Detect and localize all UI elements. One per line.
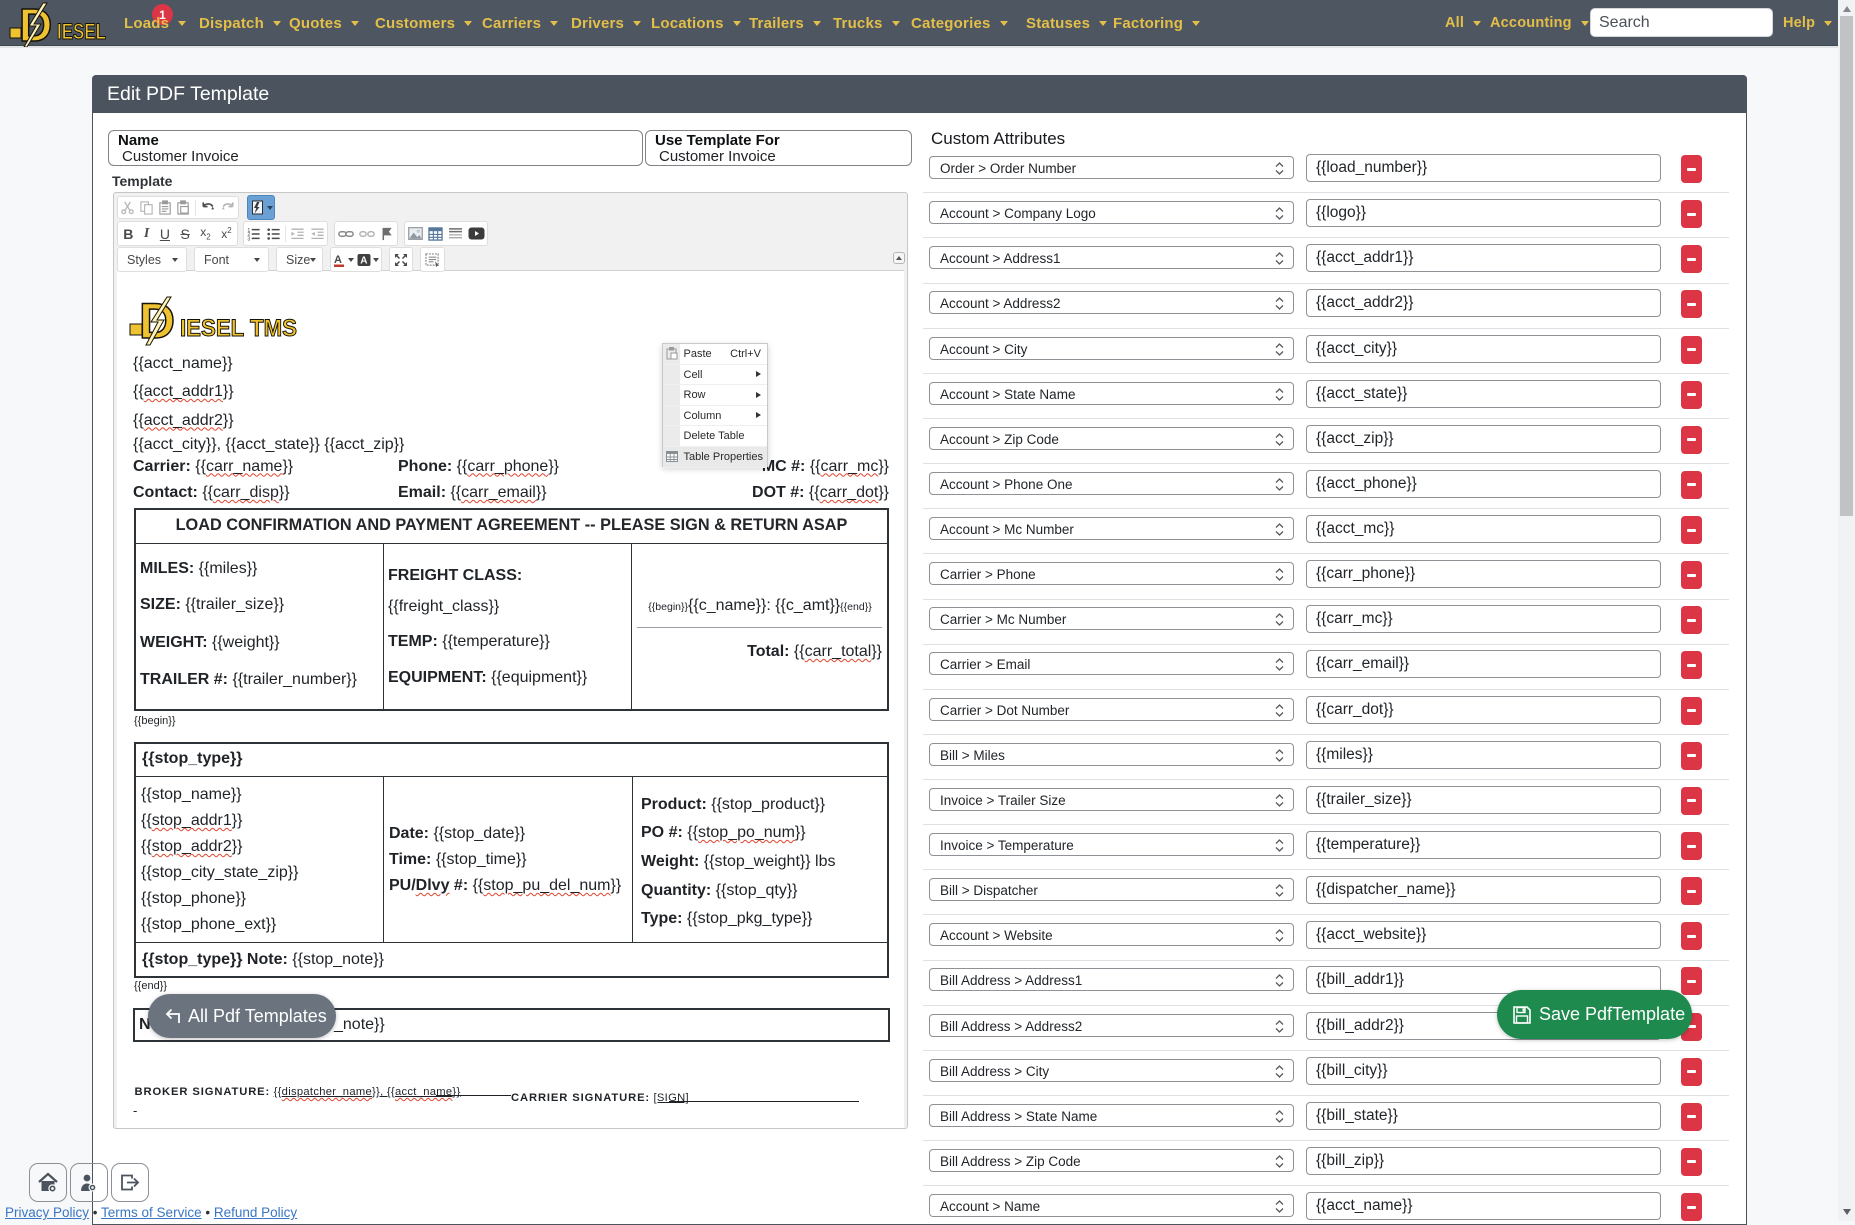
svg-text:A: A (360, 255, 367, 266)
svg-text:3: 3 (248, 236, 251, 240)
svg-text:IESEL TMS: IESEL TMS (180, 315, 297, 342)
svg-text:IESEL: IESEL (57, 19, 106, 44)
svg-text:A: A (334, 254, 342, 266)
